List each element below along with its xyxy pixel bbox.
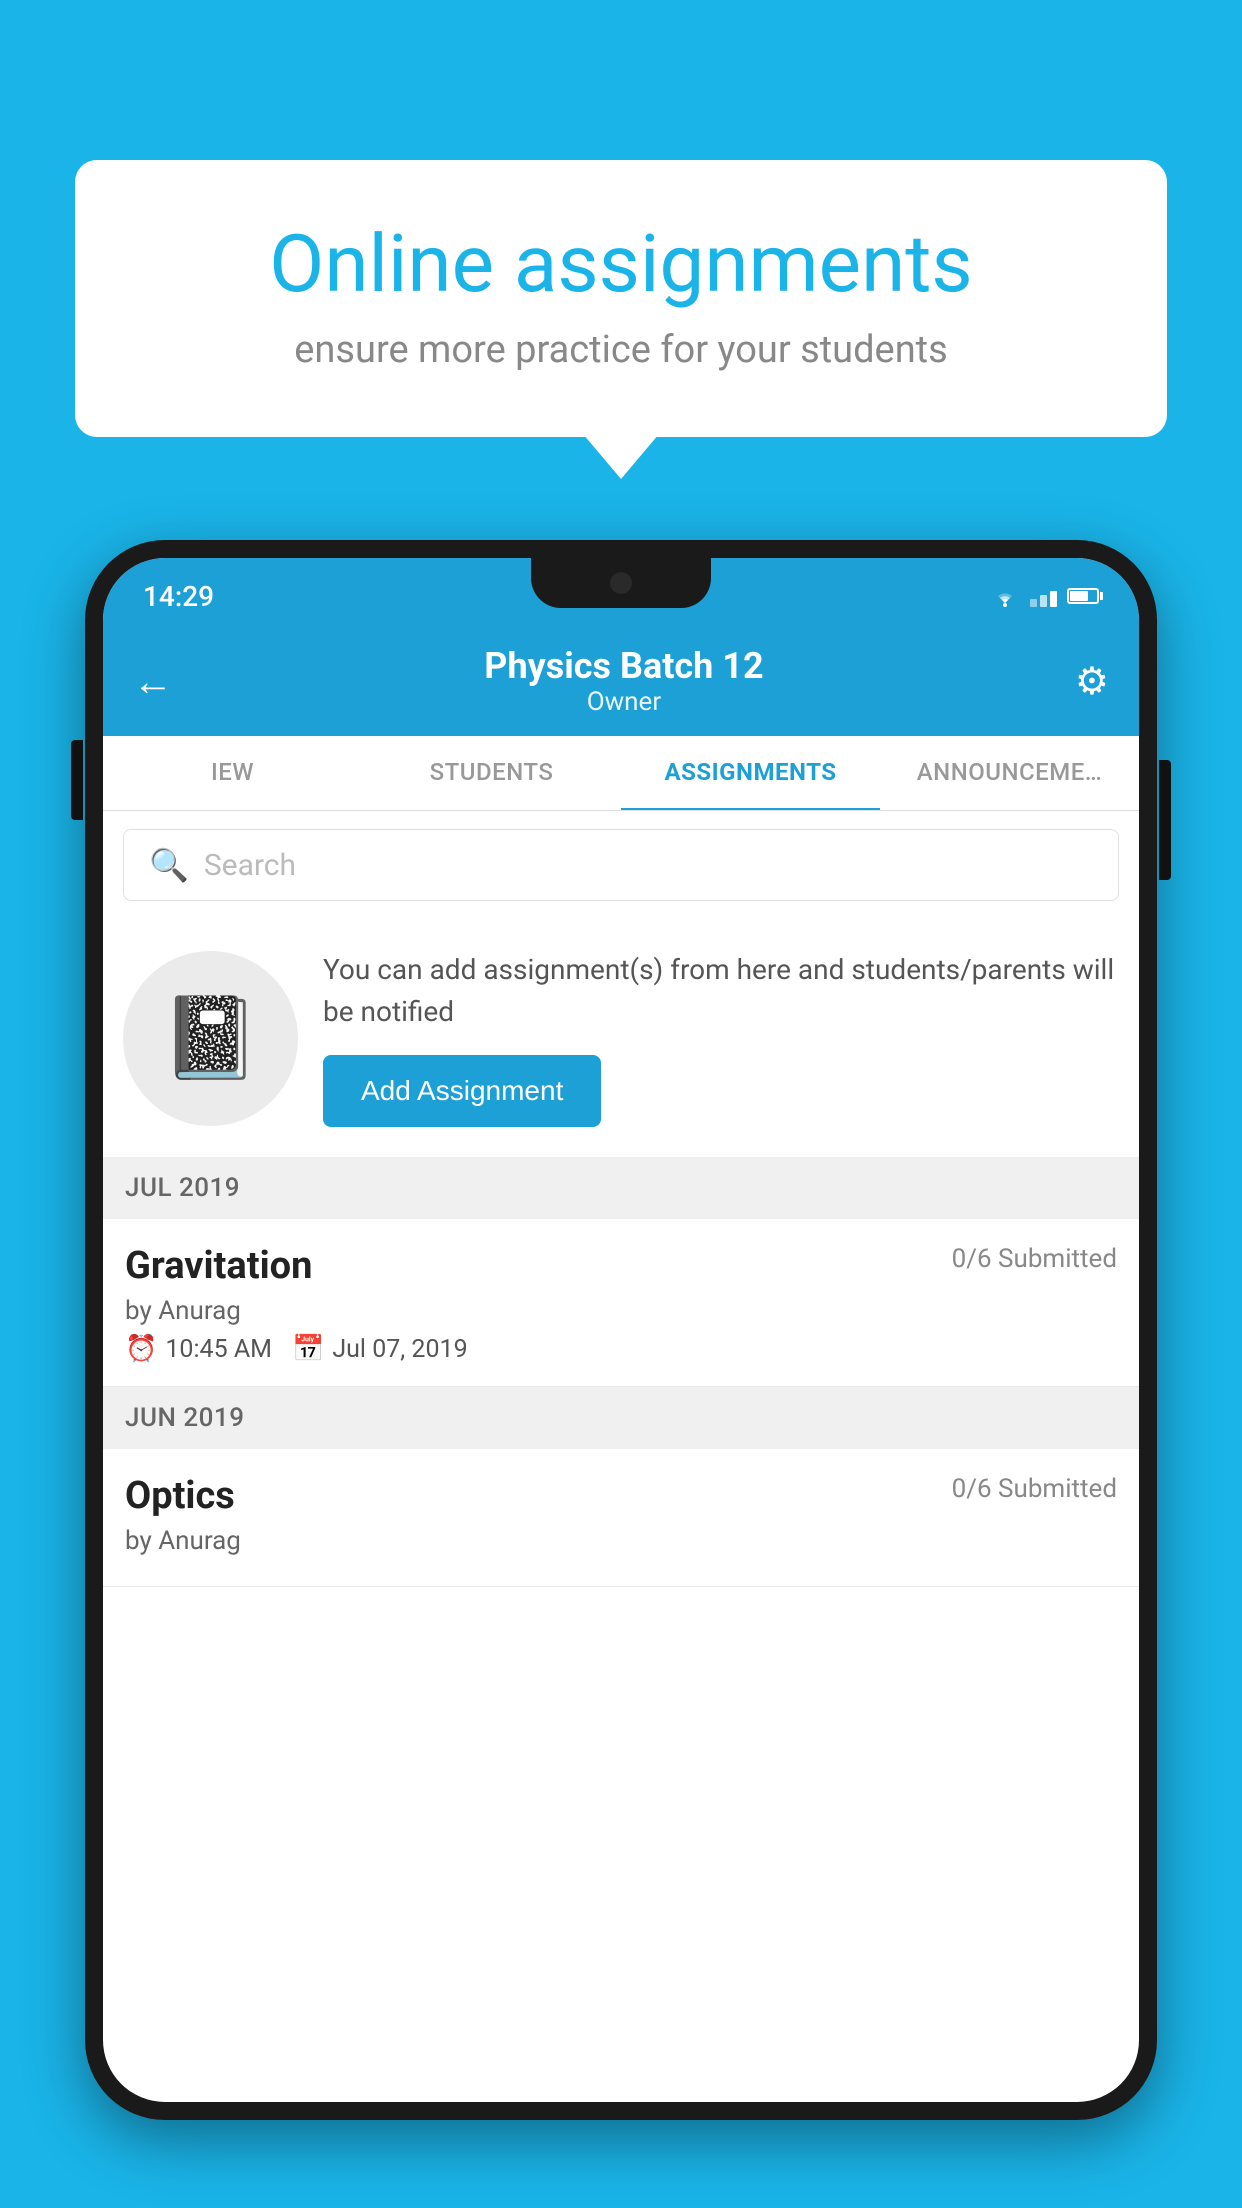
- section-jun-2019: JUN 2019: [103, 1387, 1139, 1449]
- signal-icon: [1030, 585, 1057, 607]
- submitted-gravitation: 0/6 Submitted: [952, 1244, 1117, 1274]
- promo-text-area: You can add assignment(s) from here and …: [323, 949, 1119, 1127]
- promo-description: You can add assignment(s) from here and …: [323, 949, 1119, 1033]
- tab-assignments[interactable]: ASSIGNMENTS: [621, 736, 880, 811]
- settings-icon[interactable]: ⚙: [1075, 659, 1109, 704]
- battery-icon: [1067, 588, 1099, 604]
- section-jul-2019: JUL 2019: [103, 1157, 1139, 1219]
- clock-icon: ⏰: [125, 1334, 157, 1364]
- phone-screen: 14:29: [103, 558, 1139, 2102]
- back-button[interactable]: ←: [133, 658, 173, 705]
- search-container: 🔍 Search: [103, 811, 1139, 919]
- tab-students[interactable]: STUDENTS: [362, 736, 621, 810]
- phone-outer: 14:29: [85, 540, 1157, 2120]
- speech-bubble: Online assignments ensure more practice …: [75, 160, 1167, 437]
- search-box[interactable]: 🔍 Search: [123, 829, 1119, 901]
- notebook-icon: 📓: [161, 991, 261, 1085]
- app-header: ← Physics Batch 12 Owner ⚙: [103, 626, 1139, 736]
- phone-notch: [531, 558, 711, 608]
- promo-icon-circle: 📓: [123, 951, 298, 1126]
- assignment-by-optics: by Anurag: [125, 1526, 1117, 1556]
- assignment-optics[interactable]: Optics 0/6 Submitted by Anurag: [103, 1449, 1139, 1587]
- add-assignment-button[interactable]: Add Assignment: [323, 1055, 601, 1127]
- header-center: Physics Batch 12 Owner: [484, 645, 763, 717]
- promo-section: 📓 You can add assignment(s) from here an…: [103, 919, 1139, 1157]
- assignment-date: Jul 07, 2019: [332, 1335, 467, 1364]
- phone-container: 14:29: [85, 540, 1157, 2208]
- bubble-subtitle: ensure more practice for your students: [145, 328, 1097, 372]
- assignment-title-optics: Optics: [125, 1474, 235, 1518]
- status-icons: [990, 585, 1099, 607]
- search-icon: 🔍: [149, 846, 189, 884]
- assignment-time: 10:45 AM: [165, 1335, 272, 1364]
- tab-iew[interactable]: IEW: [103, 736, 362, 810]
- calendar-icon: 📅: [292, 1334, 324, 1364]
- assignment-header-row: Gravitation 0/6 Submitted: [125, 1244, 1117, 1288]
- assignment-time-row: ⏰ 10:45 AM 📅 Jul 07, 2019: [125, 1334, 1117, 1364]
- bubble-title: Online assignments: [145, 220, 1097, 308]
- assignment-by-gravitation: by Anurag: [125, 1296, 1117, 1326]
- tab-announcements[interactable]: ANNOUNCEME…: [880, 736, 1139, 810]
- tabs-bar: IEW STUDENTS ASSIGNMENTS ANNOUNCEME…: [103, 736, 1139, 811]
- wifi-icon: [990, 585, 1020, 607]
- status-time: 14:29: [143, 580, 214, 613]
- phone-camera: [610, 572, 632, 594]
- time-item-clock: ⏰ 10:45 AM: [125, 1334, 272, 1364]
- time-item-calendar: 📅 Jul 07, 2019: [292, 1334, 468, 1364]
- owner-label: Owner: [484, 687, 763, 717]
- assignment-title-gravitation: Gravitation: [125, 1244, 312, 1288]
- submitted-optics: 0/6 Submitted: [952, 1474, 1117, 1504]
- search-placeholder: Search: [204, 848, 296, 883]
- batch-title: Physics Batch 12: [484, 645, 763, 687]
- assignment-gravitation[interactable]: Gravitation 0/6 Submitted by Anurag ⏰ 10…: [103, 1219, 1139, 1387]
- speech-bubble-container: Online assignments ensure more practice …: [75, 160, 1167, 437]
- assignment-optics-header-row: Optics 0/6 Submitted: [125, 1474, 1117, 1518]
